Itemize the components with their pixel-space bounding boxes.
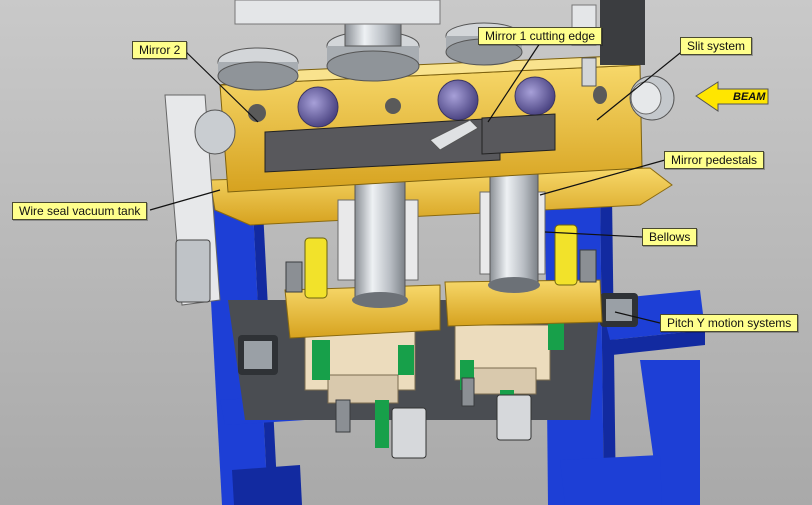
bellows-left bbox=[304, 237, 328, 299]
callout-slit-system: Slit system bbox=[680, 37, 753, 55]
beam-label: BEAM bbox=[733, 91, 766, 103]
instrument-drawing: BEAM bbox=[0, 0, 812, 505]
cad-render-view: BEAM Mirror 2 Mirror 1 cutting edge Slit… bbox=[0, 0, 812, 505]
mirror-1-bar bbox=[481, 113, 556, 155]
callout-mirror-1-cutting-edge: Mirror 1 cutting edge bbox=[478, 27, 603, 45]
mirror-pedestal-left bbox=[352, 179, 408, 308]
callout-wire-seal-vacuum-tank: Wire seal vacuum tank bbox=[12, 202, 148, 220]
callout-mirror-pedestals: Mirror pedestals bbox=[664, 151, 765, 169]
callout-pitch-y-motion-systems: Pitch Y motion systems bbox=[660, 314, 799, 332]
callout-bellows: Bellows bbox=[642, 228, 698, 246]
callout-mirror-2: Mirror 2 bbox=[132, 41, 188, 59]
mirror-pedestal-right bbox=[488, 164, 540, 293]
